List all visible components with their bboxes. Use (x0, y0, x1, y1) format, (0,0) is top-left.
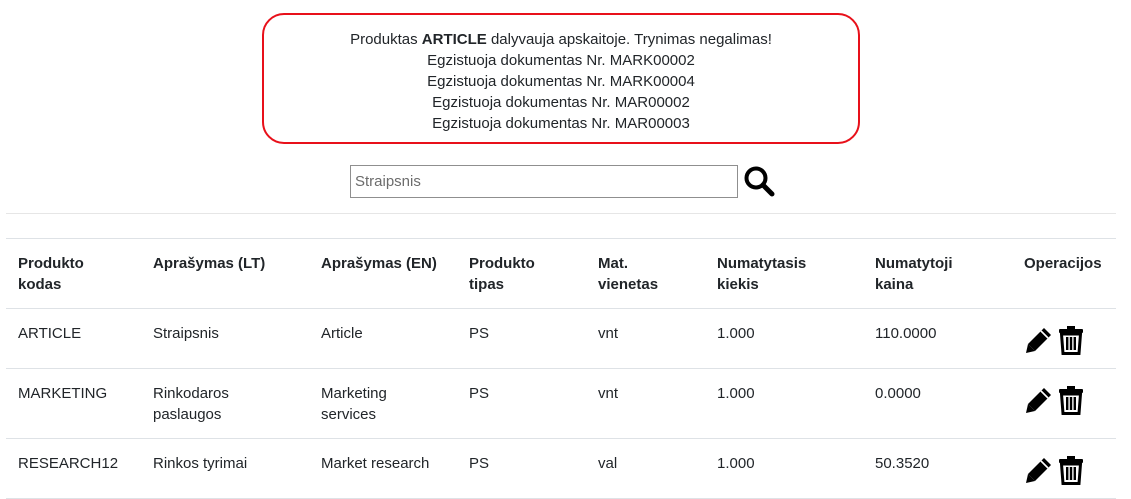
cell-description-lt: Rinkodaros paslaugos (141, 368, 309, 439)
cell-type: PS (457, 368, 586, 439)
alert-document-line: Egzistuoja dokumentas Nr. MARK00002 (427, 52, 695, 69)
cell-unit: val (586, 438, 705, 499)
cell-quantity: 1.000 (705, 308, 863, 369)
divider (6, 213, 1116, 214)
alert-suffix: dalyvauja apskaitoje. Trynimas negalimas… (486, 31, 772, 48)
cell-operations (1012, 438, 1116, 499)
table-row: MARKETING Rinkodaros paslaugos Marketing s… (6, 368, 1116, 439)
edit-button[interactable] (1024, 325, 1054, 355)
table-row: ARTICLE Straipsnis Article PS vnt 1.000 … (6, 308, 1116, 369)
header-default-price[interactable]: Numatytoji kaina (863, 238, 1012, 309)
cell-description-en: Marketing services (309, 368, 457, 439)
trash-icon (1059, 386, 1083, 415)
cell-quantity: 1.000 (705, 368, 863, 439)
cell-price: 0.0000 (863, 368, 1012, 439)
alert-message: Produktas ARTICLE dalyvauja apskaitoje. … (264, 29, 858, 50)
header-operations: Operacijos (1012, 238, 1116, 309)
cell-quantity: 1.000 (705, 438, 863, 499)
cell-description-en: Article (309, 308, 457, 369)
header-description-lt[interactable]: Aprašymas (LT) (141, 238, 309, 309)
delete-button[interactable] (1058, 385, 1084, 415)
cell-code: MARKETING (6, 368, 141, 439)
header-product-type[interactable]: Produkto tipas (457, 238, 586, 309)
search-icon (744, 166, 775, 197)
search-button[interactable] (741, 163, 777, 199)
trash-icon (1059, 456, 1083, 485)
cell-unit: vnt (586, 308, 705, 369)
header-description-en[interactable]: Aprašymas (EN) (309, 238, 457, 309)
cell-operations (1012, 308, 1116, 369)
header-default-quantity[interactable]: Numatytasis kiekis (705, 238, 863, 309)
alert-document-line: Egzistuoja dokumentas Nr. MARK00004 (427, 73, 695, 90)
alert-prefix: Produktas (350, 31, 422, 48)
cell-description-en: Market research (309, 438, 457, 499)
error-alert: Produktas ARTICLE dalyvauja apskaitoje. … (262, 13, 860, 144)
alert-document-line: Egzistuoja dokumentas Nr. MAR00002 (432, 94, 690, 111)
cell-code: ARTICLE (6, 308, 141, 369)
header-unit[interactable]: Mat. vienetas (586, 238, 705, 309)
header-product-code[interactable]: Produkto kodas (6, 238, 141, 309)
search-bar (350, 163, 777, 199)
delete-button[interactable] (1058, 455, 1084, 485)
edit-button[interactable] (1024, 385, 1054, 415)
cell-operations (1012, 368, 1116, 439)
pencil-icon (1026, 388, 1051, 413)
alert-product-code: ARTICLE (421, 31, 487, 48)
cell-price: 50.3520 (863, 438, 1012, 499)
cell-type: PS (457, 308, 586, 369)
pencil-icon (1026, 458, 1051, 483)
delete-button[interactable] (1058, 325, 1084, 355)
edit-button[interactable] (1024, 455, 1054, 485)
cell-description-lt: Straipsnis (141, 308, 309, 369)
cell-price: 110.0000 (863, 308, 1012, 369)
cell-type: PS (457, 438, 586, 499)
cell-description-lt: Rinkos tyrimai (141, 438, 309, 499)
trash-icon (1059, 326, 1083, 355)
pencil-icon (1026, 328, 1051, 353)
cell-code: RESEARCH12 (6, 438, 141, 499)
search-input[interactable] (350, 164, 738, 198)
table-header-row: Produkto kodas Aprašymas (LT) Aprašymas (… (6, 238, 1116, 309)
cell-unit: vnt (586, 368, 705, 439)
products-table: Produkto kodas Aprašymas (LT) Aprašymas (… (6, 238, 1116, 499)
table-row: RESEARCH12 Rinkos tyrimai Market researc… (6, 438, 1116, 499)
alert-document-line: Egzistuoja dokumentas Nr. MAR00003 (432, 115, 690, 132)
